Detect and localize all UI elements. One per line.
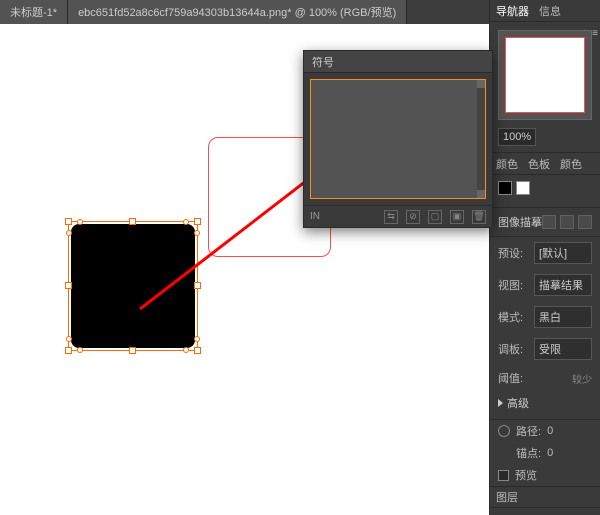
symbols-title: 符号	[312, 54, 334, 70]
anchor-point[interactable]	[77, 347, 83, 353]
symbols-panel-footer: IN ⇆ ⊘ ▢ ▣ 🗑	[304, 205, 492, 227]
anchor-point[interactable]	[66, 230, 72, 236]
tab-color[interactable]: 颜色	[496, 156, 518, 172]
symbols-list-area[interactable]	[310, 79, 486, 199]
preview-row: 预览	[490, 464, 600, 486]
navigator-thumbnail[interactable]	[498, 30, 592, 120]
selection-handle[interactable]	[194, 282, 201, 289]
mode-label: 模式:	[498, 309, 528, 325]
anchor-point[interactable]	[194, 336, 200, 342]
info-icon	[498, 425, 510, 437]
delete-symbol-icon[interactable]: 🗑	[472, 210, 486, 224]
document-tab-2[interactable]: ebc651fd52a8c6cf759a94303b13644a.png* @ …	[68, 0, 407, 24]
tab-info[interactable]: 信息	[539, 3, 561, 19]
preview-label: 预览	[515, 467, 537, 483]
image-trace-panel-header: 图像描摹	[490, 208, 600, 237]
tab-layers[interactable]: 图层	[496, 489, 518, 505]
zoom-controls: 100%	[490, 128, 600, 153]
less-link[interactable]: 较少	[572, 371, 592, 386]
trace-info-section: 路径: 0 锚点: 0 预览	[490, 419, 600, 486]
scrollbar[interactable]	[477, 80, 485, 198]
anchor-point[interactable]	[66, 336, 72, 342]
footer-left-label[interactable]: IN	[310, 211, 320, 222]
trace-preset-row: 预设: [默认]	[490, 237, 600, 269]
zoom-value[interactable]: 100%	[498, 128, 536, 146]
palette-dropdown[interactable]: 受限	[534, 338, 592, 360]
place-symbol-icon[interactable]: ⇆	[384, 210, 398, 224]
tab-color2[interactable]: 颜色	[560, 156, 582, 172]
anchors-row: 锚点: 0	[490, 442, 600, 464]
palette-label: 调板:	[498, 341, 528, 357]
selection-bounding-box[interactable]	[68, 221, 198, 351]
swatch-row	[490, 175, 600, 208]
new-symbol-icon[interactable]: ▣	[450, 210, 464, 224]
paths-value: 0	[547, 425, 553, 437]
trace-auto-icon[interactable]	[560, 215, 574, 229]
anchor-point[interactable]	[77, 219, 83, 225]
preview-checkbox[interactable]	[498, 470, 509, 481]
anchor-point[interactable]	[194, 230, 200, 236]
anchors-label: 锚点:	[516, 445, 541, 461]
swatch-black[interactable]	[498, 181, 512, 195]
break-link-icon[interactable]: ⊘	[406, 210, 420, 224]
anchor-point[interactable]	[183, 219, 189, 225]
selection-handle[interactable]	[194, 347, 201, 354]
navigator-viewport-box[interactable]	[505, 37, 585, 113]
view-dropdown[interactable]: 描摹结果	[534, 274, 592, 296]
selection-handle[interactable]	[129, 218, 136, 225]
anchors-value: 0	[547, 447, 553, 459]
symbols-panel: 符号 IN ⇆ ⊘ ▢ ▣ 🗑	[303, 50, 493, 228]
selection-handle[interactable]	[194, 218, 201, 225]
navigator-panel-tabs: 导航器 信息	[490, 0, 600, 22]
advanced-label: 高级	[507, 395, 529, 411]
scroll-up-icon[interactable]	[477, 80, 485, 88]
preset-dropdown[interactable]: [默认]	[534, 242, 592, 264]
threshold-label: 阈值:	[498, 370, 528, 386]
paths-row: 路径: 0	[490, 420, 600, 442]
layers-panel-header: 图层	[490, 486, 600, 508]
image-trace-title: 图像描摹	[498, 214, 542, 230]
trace-mode-row: 模式: 黑白	[490, 301, 600, 333]
advanced-toggle[interactable]: 高级	[490, 391, 600, 415]
anchor-point[interactable]	[183, 347, 189, 353]
selection-handle[interactable]	[129, 347, 136, 354]
selection-handle[interactable]	[65, 347, 72, 354]
trace-expand-icon[interactable]	[578, 215, 592, 229]
selection-handle[interactable]	[65, 218, 72, 225]
mode-dropdown[interactable]: 黑白	[534, 306, 592, 328]
paths-label: 路径:	[516, 423, 541, 439]
symbols-panel-titlebar[interactable]: 符号	[304, 51, 492, 73]
scroll-down-icon[interactable]	[477, 190, 485, 198]
document-tab-1[interactable]: 未标题-1*	[0, 0, 68, 24]
tab-swatches[interactable]: 色板	[528, 156, 550, 172]
trace-preset-icon[interactable]	[542, 215, 556, 229]
color-panel-tabs: 颜色 色板 颜色	[490, 153, 600, 175]
panels-sidebar: 导航器 信息 ▶≡ 100% 颜色 色板 颜色 图像描摹 预设: [默认] 视图…	[490, 0, 600, 515]
tab-navigator[interactable]: 导航器	[496, 3, 529, 19]
triangle-right-icon	[498, 399, 503, 407]
view-label: 视图:	[498, 277, 528, 293]
preset-label: 预设:	[498, 245, 528, 261]
selection-handle[interactable]	[65, 282, 72, 289]
trace-view-row: 视图: 描摹结果	[490, 269, 600, 301]
document-tabbar: 未标题-1* ebc651fd52a8c6cf759a94303b13644a.…	[0, 0, 489, 24]
trace-palette-row: 调板: 受限	[490, 333, 600, 365]
trace-threshold-row: 阈值: 较少	[490, 365, 600, 391]
swatch-white[interactable]	[516, 181, 530, 195]
symbol-options-icon[interactable]: ▢	[428, 210, 442, 224]
